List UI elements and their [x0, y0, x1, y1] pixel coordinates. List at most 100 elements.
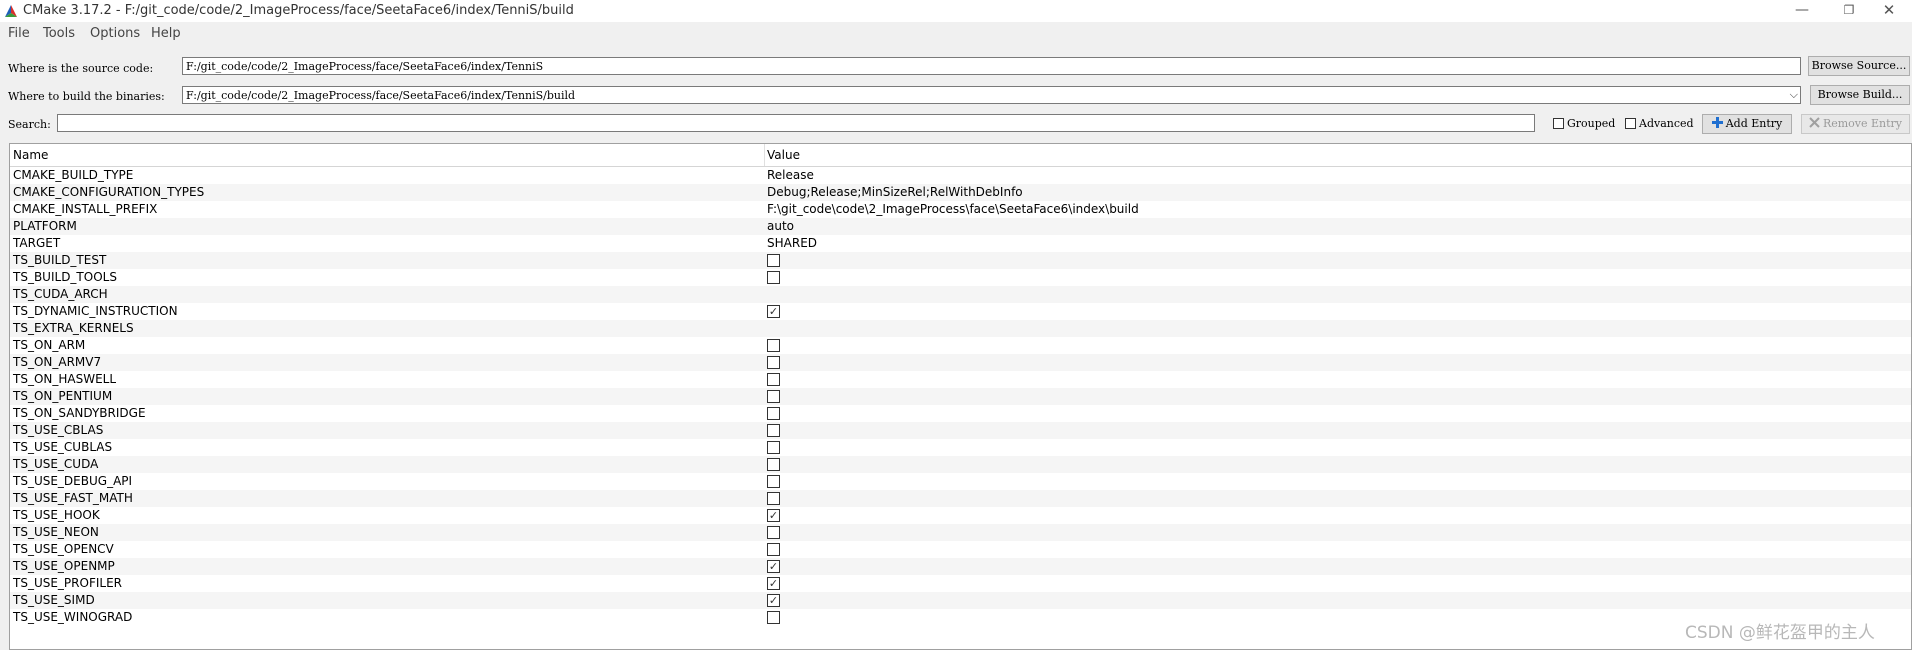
menu-help[interactable]: Help	[151, 26, 181, 41]
table-row[interactable]: TS_DYNAMIC_INSTRUCTION ✓	[10, 303, 1911, 320]
value-checkbox[interactable]	[767, 441, 780, 454]
value-checkbox[interactable]	[767, 458, 780, 471]
row-name: TS_USE_CUDA	[13, 457, 99, 471]
value-checkbox[interactable]: ✓	[767, 305, 780, 318]
value-checkbox[interactable]	[767, 407, 780, 420]
value-checkbox[interactable]	[767, 424, 780, 437]
row-name: TS_CUDA_ARCH	[13, 287, 108, 301]
table-row[interactable]: TS_USE_HOOK ✓	[10, 507, 1911, 524]
value-checkbox[interactable]	[767, 390, 780, 403]
value-checkbox[interactable]	[767, 475, 780, 488]
remove-entry-icon	[1809, 115, 1820, 133]
value-checkbox[interactable]	[767, 271, 780, 284]
row-name: TS_ON_HASWELL	[13, 372, 117, 386]
table-row[interactable]: TS_USE_OPENCV	[10, 541, 1911, 558]
row-name: TS_USE_PROFILER	[13, 576, 122, 590]
row-value[interactable]: F:\git_code\code\2_ImageProcess\face\See…	[767, 202, 1139, 216]
table-row[interactable]: TS_CUDA_ARCH	[10, 286, 1911, 303]
build-path-value: F:/git_code/code/2_ImageProcess/face/See…	[186, 89, 576, 102]
table-row[interactable]: TS_ON_PENTIUM	[10, 388, 1911, 405]
value-checkbox[interactable]	[767, 373, 780, 386]
row-name: CMAKE_BUILD_TYPE	[13, 168, 134, 182]
table-row[interactable]: PLATFORM auto	[10, 218, 1911, 235]
grouped-checkbox[interactable]	[1553, 118, 1564, 129]
close-button[interactable]: ✕	[1866, 0, 1912, 22]
table-row[interactable]: TS_USE_NEON	[10, 524, 1911, 541]
table-row[interactable]: TS_ON_SANDYBRIDGE	[10, 405, 1911, 422]
row-name: TS_USE_NEON	[13, 525, 99, 539]
row-name: TS_USE_FAST_MATH	[13, 491, 133, 505]
value-checkbox[interactable]	[767, 356, 780, 369]
table-row[interactable]: TS_USE_WINOGRAD	[10, 609, 1911, 626]
remove-entry-button[interactable]: Remove Entry	[1801, 114, 1910, 134]
column-header-value[interactable]: Value	[767, 148, 800, 162]
row-name: TS_USE_OPENCV	[13, 542, 114, 556]
title-bar: CMake 3.17.2 - F:/git_code/code/2_ImageP…	[0, 0, 1912, 22]
row-name: TS_USE_CUBLAS	[13, 440, 113, 454]
add-entry-label: Add Entry	[1725, 117, 1783, 130]
table-row[interactable]: TS_EXTRA_KERNELS	[10, 320, 1911, 337]
table-row[interactable]: TS_BUILD_TEST	[10, 252, 1911, 269]
menu-tools[interactable]: Tools	[43, 26, 75, 41]
row-value[interactable]: SHARED	[767, 236, 817, 250]
row-value[interactable]: Release	[767, 168, 814, 182]
row-name: CMAKE_INSTALL_PREFIX	[13, 202, 158, 216]
table-row[interactable]: TS_ON_ARM	[10, 337, 1911, 354]
value-checkbox[interactable]: ✓	[767, 560, 780, 573]
value-checkbox[interactable]	[767, 526, 780, 539]
row-name: TARGET	[13, 236, 61, 250]
browse-build-button[interactable]: Browse Build...	[1810, 85, 1910, 105]
search-input[interactable]	[57, 114, 1535, 132]
table-header: Name Value	[10, 144, 1911, 167]
value-checkbox[interactable]	[767, 611, 780, 624]
row-name: TS_ON_ARM	[13, 338, 86, 352]
minimize-button[interactable]: —	[1779, 0, 1825, 22]
table-row[interactable]: TS_ON_HASWELL	[10, 371, 1911, 388]
source-input[interactable]: F:/git_code/code/2_ImageProcess/face/See…	[182, 57, 1801, 75]
table-row[interactable]: TS_USE_CUBLAS	[10, 439, 1911, 456]
value-checkbox[interactable]	[767, 492, 780, 505]
advanced-label: Advanced	[1639, 117, 1694, 130]
menu-file[interactable]: File	[8, 26, 30, 41]
value-checkbox[interactable]	[767, 543, 780, 556]
advanced-checkbox[interactable]	[1625, 118, 1636, 129]
column-header-name[interactable]: Name	[13, 148, 48, 162]
table-row[interactable]: TS_USE_CUDA	[10, 456, 1911, 473]
row-name: TS_USE_DEBUG_API	[13, 474, 133, 488]
table-row[interactable]: CMAKE_INSTALL_PREFIX F:\git_code\code\2_I…	[10, 201, 1911, 218]
table-row[interactable]: TARGET SHARED	[10, 235, 1911, 252]
column-divider[interactable]	[764, 144, 765, 166]
value-checkbox[interactable]	[767, 254, 780, 267]
row-value[interactable]: auto	[767, 219, 794, 233]
value-checkbox[interactable]: ✓	[767, 577, 780, 590]
value-checkbox[interactable]	[767, 339, 780, 352]
table-row[interactable]: TS_ON_ARMV7	[10, 354, 1911, 371]
cmake-window: CMake 3.17.2 - F:/git_code/code/2_ImageP…	[0, 0, 1912, 650]
row-name: TS_ON_ARMV7	[13, 355, 102, 369]
value-checkbox[interactable]: ✓	[767, 509, 780, 522]
watermark: CSDN @鲜花盔甲的主人	[1685, 623, 1875, 643]
grouped-option[interactable]: Grouped	[1553, 116, 1615, 132]
table-row[interactable]: TS_USE_FAST_MATH	[10, 490, 1911, 507]
build-combobox[interactable]: F:/git_code/code/2_ImageProcess/face/See…	[182, 86, 1801, 104]
row-name: TS_ON_SANDYBRIDGE	[13, 406, 146, 420]
chevron-down-icon[interactable]: ⌵	[1790, 88, 1798, 102]
table-row[interactable]: CMAKE_BUILD_TYPE Release	[10, 167, 1911, 184]
row-name: TS_USE_WINOGRAD	[13, 610, 133, 624]
table-row[interactable]: TS_USE_PROFILER ✓	[10, 575, 1911, 592]
table-row[interactable]: TS_USE_DEBUG_API	[10, 473, 1911, 490]
menu-options[interactable]: Options	[90, 26, 140, 41]
advanced-option[interactable]: Advanced	[1625, 116, 1694, 132]
row-name: CMAKE_CONFIGURATION_TYPES	[13, 185, 205, 199]
table-row[interactable]: TS_BUILD_TOOLS	[10, 269, 1911, 286]
table-row[interactable]: TS_USE_OPENMP ✓	[10, 558, 1911, 575]
row-value[interactable]: Debug;Release;MinSizeRel;RelWithDebInfo	[767, 185, 1023, 199]
menu-bar: File Tools Options Help	[0, 22, 1912, 44]
value-checkbox[interactable]: ✓	[767, 594, 780, 607]
table-row[interactable]: TS_USE_CBLAS	[10, 422, 1911, 439]
table-row[interactable]: CMAKE_CONFIGURATION_TYPES Debug;Release;M…	[10, 184, 1911, 201]
add-entry-button[interactable]: Add Entry	[1702, 114, 1792, 134]
browse-source-button[interactable]: Browse Source...	[1808, 56, 1910, 76]
cache-table[interactable]: Name Value CMAKE_BUILD_TYPE Release CMAKE_…	[9, 143, 1912, 650]
table-row[interactable]: TS_USE_SIMD ✓	[10, 592, 1911, 609]
